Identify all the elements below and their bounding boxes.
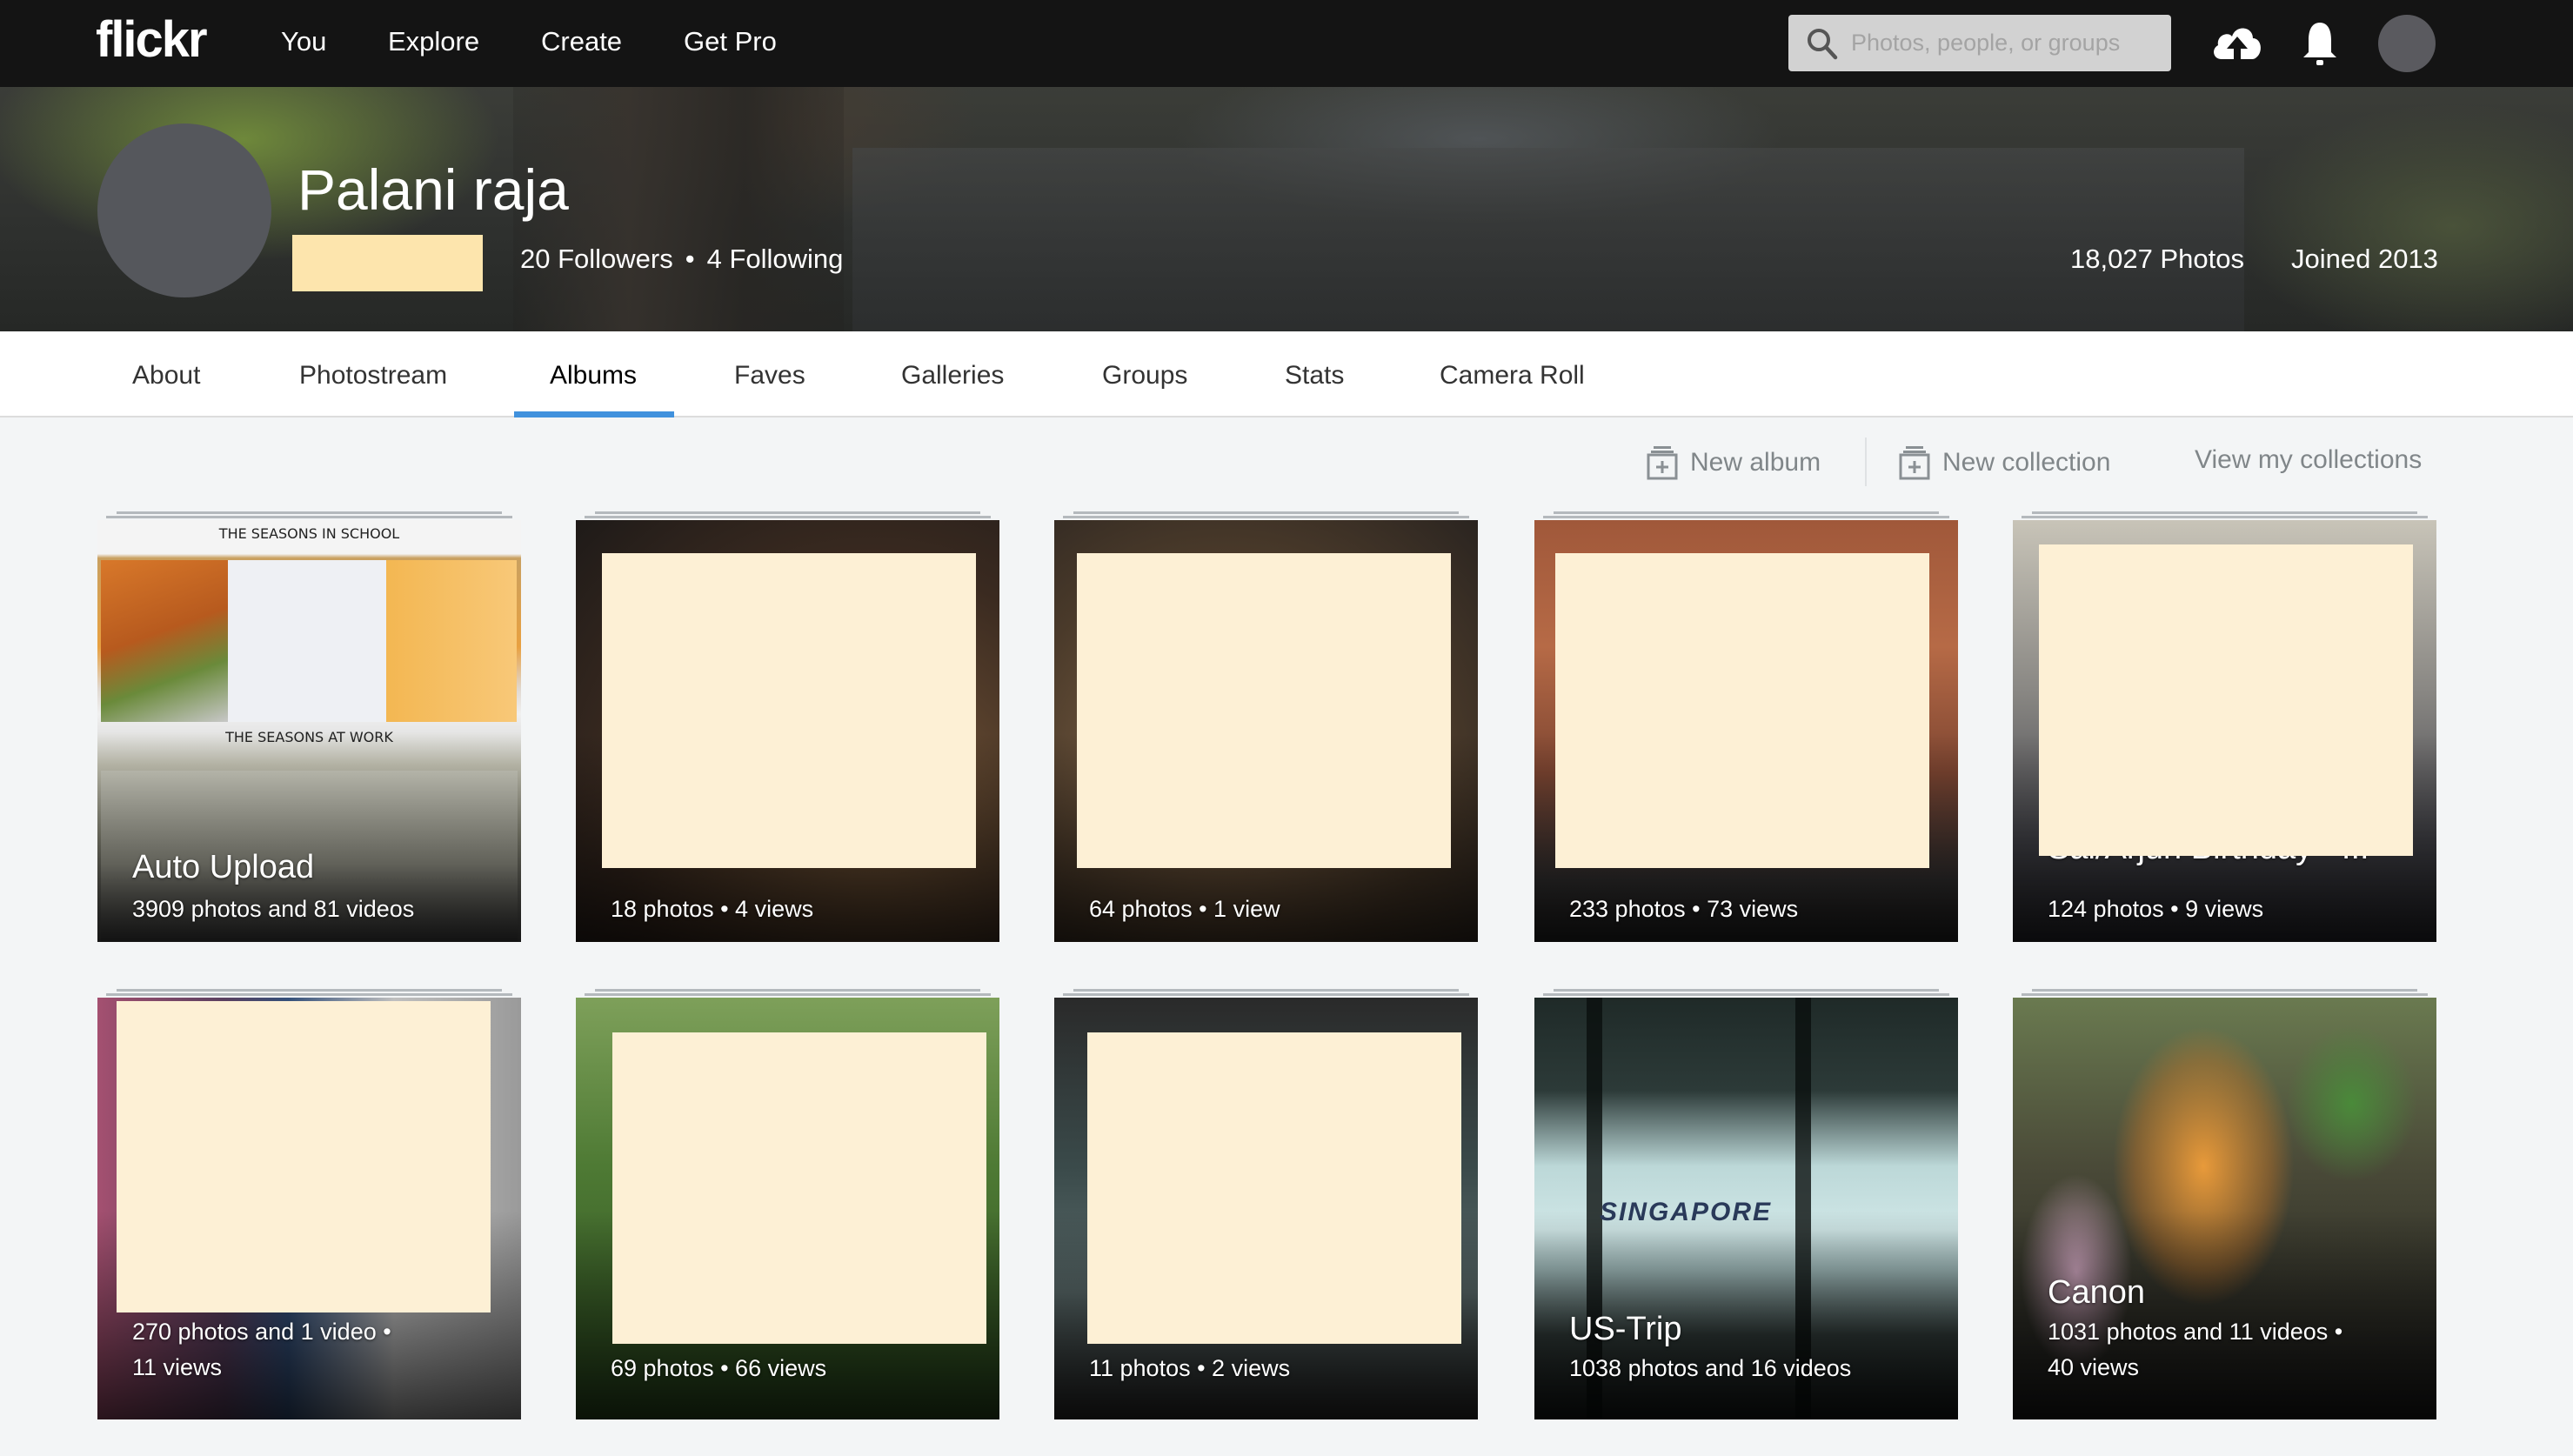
- album-title: US-Trip: [1569, 1311, 1682, 1347]
- banner-pond: [852, 148, 2244, 331]
- album-meta: 3909 photos and 81 videos: [132, 896, 415, 922]
- comic-panel: [386, 560, 517, 722]
- search-input[interactable]: [1851, 15, 2164, 71]
- top-navigation-bar: flickr You Explore Create Get Pro: [0, 0, 2573, 87]
- upload-cloud-icon[interactable]: [2209, 17, 2265, 70]
- new-collection-button[interactable]: New collection: [1899, 445, 2110, 480]
- follow-stats: 20 Followers • 4 Following: [520, 244, 843, 275]
- profile-banner: Palani raja 20 Followers • 4 Following 18,…: [0, 87, 2573, 331]
- album-meta: 124 photos • 9 views: [2048, 896, 2264, 922]
- album-card[interactable]: THE SEASONS IN SCHOOL THE SEASONS AT WOR…: [97, 511, 521, 942]
- search-box[interactable]: [1788, 15, 2171, 71]
- separator-dot: •: [685, 244, 695, 274]
- stack-edge: [595, 511, 980, 514]
- tab-about[interactable]: About: [132, 361, 200, 391]
- redacted-region: [117, 1001, 491, 1312]
- album-card[interactable]: Sai/Arjun Birthday - III 124 photos • 9 …: [2013, 511, 2436, 942]
- album-views: 11 views: [132, 1354, 223, 1380]
- tab-faves[interactable]: Faves: [734, 361, 805, 391]
- stack-edge: [1554, 511, 1939, 514]
- stack-edge: [2032, 511, 2417, 514]
- followers-link[interactable]: 20 Followers: [520, 244, 673, 274]
- tab-groups[interactable]: Groups: [1102, 361, 1187, 391]
- redacted-region: [2039, 544, 2413, 856]
- following-link[interactable]: 4 Following: [707, 244, 844, 274]
- new-collection-icon: [1899, 446, 1930, 480]
- stack-edge: [106, 516, 512, 518]
- profile-tab-bar: About Photostream Albums Faves Galleries…: [0, 331, 2573, 417]
- comic-caption: THE SEASONS IN SCHOOL: [218, 525, 400, 542]
- stack-edge: [1063, 993, 1469, 996]
- nav-create[interactable]: Create: [541, 26, 622, 57]
- album-card[interactable]: SINGAPORE US-Trip 1038 photos and 16 vid…: [1534, 989, 1958, 1419]
- user-avatar[interactable]: [2378, 15, 2436, 72]
- redacted-region: [602, 553, 976, 868]
- stack-edge: [1063, 516, 1469, 518]
- nav-get-pro[interactable]: Get Pro: [684, 26, 777, 57]
- redacted-region: [1087, 1032, 1461, 1344]
- nav-you[interactable]: You: [281, 26, 326, 57]
- stack-edge: [117, 989, 502, 992]
- album-card[interactable]: Canon 1031 photos and 11 videos • 40 vie…: [2013, 989, 2436, 1419]
- bell-icon[interactable]: [2298, 19, 2342, 70]
- tab-albums[interactable]: Albums: [550, 361, 637, 391]
- redacted-region: [1077, 553, 1451, 868]
- tab-photostream[interactable]: Photostream: [299, 361, 447, 391]
- stack-edge: [117, 511, 502, 514]
- album-card[interactable]: 69 photos • 66 views: [576, 989, 999, 1419]
- album-meta: 64 photos • 1 view: [1089, 896, 1280, 922]
- view-collections-label: View my collections: [2195, 445, 2423, 474]
- view-collections-link[interactable]: View my collections: [2195, 445, 2422, 475]
- album-title: Auto Upload: [132, 849, 315, 885]
- album-title: Canon: [2048, 1274, 2145, 1311]
- album-card[interactable]: 64 photos • 1 view: [1054, 511, 1478, 942]
- stack-edge: [2022, 993, 2428, 996]
- redacted-badge: [292, 235, 483, 291]
- album-meta: 1038 photos and 16 videos: [1569, 1355, 1852, 1381]
- tab-galleries[interactable]: Galleries: [901, 361, 1004, 391]
- active-tab-indicator: [514, 411, 674, 417]
- joined-date: Joined 2013: [2291, 244, 2438, 274]
- album-meta: 270 photos and 1 video •: [132, 1319, 391, 1345]
- stack-edge: [2032, 989, 2417, 992]
- stack-edge: [585, 993, 991, 996]
- album-meta: 233 photos • 73 views: [1569, 896, 1799, 922]
- album-views: 40 views: [2048, 1354, 2140, 1380]
- stack-edge: [106, 993, 512, 996]
- stack-edge: [1543, 516, 1949, 518]
- toolbar-divider: [1865, 437, 1867, 486]
- new-album-label: New album: [1690, 448, 1821, 477]
- album-meta: 1031 photos and 11 videos •: [2048, 1319, 2343, 1345]
- stack-edge: [1073, 989, 1459, 992]
- stack-edge: [1543, 993, 1949, 996]
- album-meta: 11 photos • 2 views: [1089, 1355, 1291, 1381]
- stack-edge: [1554, 989, 1939, 992]
- album-card[interactable]: 233 photos • 73 views: [1534, 511, 1958, 942]
- redacted-region: [1555, 553, 1929, 868]
- profile-avatar[interactable]: [97, 124, 271, 297]
- tab-stats[interactable]: Stats: [1285, 361, 1344, 391]
- flickr-logo[interactable]: flickr: [96, 10, 208, 69]
- new-album-button[interactable]: New album: [1647, 445, 1821, 480]
- stack-edge: [595, 989, 980, 992]
- new-album-icon: [1647, 446, 1678, 480]
- album-meta: 18 photos • 4 views: [611, 896, 814, 922]
- stack-edge: [2022, 516, 2428, 518]
- stack-edge: [585, 516, 991, 518]
- photo-count: 18,027 Photos: [2070, 244, 2244, 274]
- album-card[interactable]: 18 photos • 4 views: [576, 511, 999, 942]
- redacted-region: [612, 1032, 986, 1344]
- profile-name: Palani raja: [297, 157, 569, 222]
- album-meta: 69 photos • 66 views: [611, 1355, 827, 1381]
- nav-explore[interactable]: Explore: [388, 26, 479, 57]
- stack-edge: [1073, 511, 1459, 514]
- comic-panel: [101, 560, 228, 722]
- comic-panel: [228, 560, 386, 722]
- album-card[interactable]: 270 photos and 1 video • 11 views: [97, 989, 521, 1419]
- album-card[interactable]: 11 photos • 2 views: [1054, 989, 1478, 1419]
- search-icon: [1808, 29, 1838, 60]
- new-collection-label: New collection: [1942, 448, 2111, 477]
- tab-camera-roll[interactable]: Camera Roll: [1440, 361, 1585, 391]
